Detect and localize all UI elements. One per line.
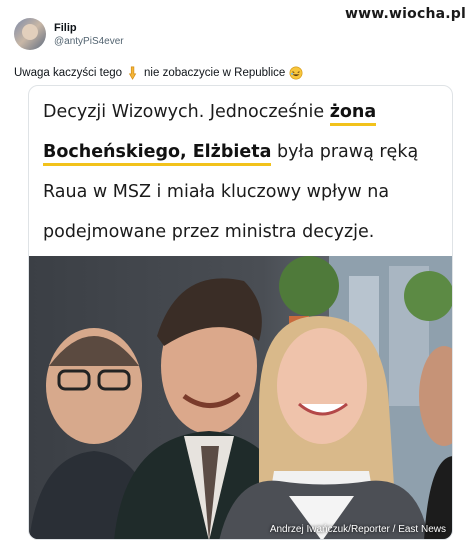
quote-line-1: Decyzji Wizowych. Jednocześnie żona: [43, 92, 443, 132]
tweet-header: Filip @antyPiS4ever: [14, 14, 462, 54]
rolling-laughing-icon: [289, 66, 303, 80]
author-names: Filip @antyPiS4ever: [54, 22, 124, 47]
tweet-text: Uwaga kaczyści tego nie zobaczycie w Rep…: [14, 66, 462, 80]
quote-line-3: Raua w MSZ i miała kluczowy wpływ na: [43, 182, 390, 202]
display-name[interactable]: Filip: [54, 22, 124, 34]
tweet-text-before: Uwaga kaczyści tego: [14, 67, 123, 79]
news-photo[interactable]: Andrzej Iwańczuk/Reporter / East News: [29, 256, 452, 539]
quote-line-4: podejmowane przez ministra decyzje.: [43, 222, 375, 242]
tweet-media[interactable]: Decyzji Wizowych. Jednocześnie żona Boch…: [28, 85, 453, 540]
photo-illustration: [29, 256, 452, 539]
quote-line-2-text: była prawą ręką: [271, 142, 419, 162]
tweet-text-after: nie zobaczycie w Republice: [144, 67, 286, 79]
pointing-down-icon: [128, 66, 137, 80]
user-handle[interactable]: @antyPiS4ever: [54, 36, 124, 47]
quote-text: Decyzji Wizowych. Jednocześnie żona Boch…: [43, 92, 443, 252]
highlighted-word: żona: [329, 102, 377, 126]
photo-credit: Andrzej Iwańczuk/Reporter / East News: [269, 524, 446, 535]
avatar[interactable]: [14, 18, 46, 50]
quote-line-2: Bocheńskiego, Elżbieta była prawą ręką: [43, 132, 443, 172]
tweet: Filip @antyPiS4ever Uwaga kaczyści tego …: [14, 14, 462, 80]
quote-line-1-text: Decyzji Wizowych. Jednocześnie: [43, 102, 330, 122]
highlighted-name: Bocheńskiego, Elżbieta: [43, 142, 272, 166]
